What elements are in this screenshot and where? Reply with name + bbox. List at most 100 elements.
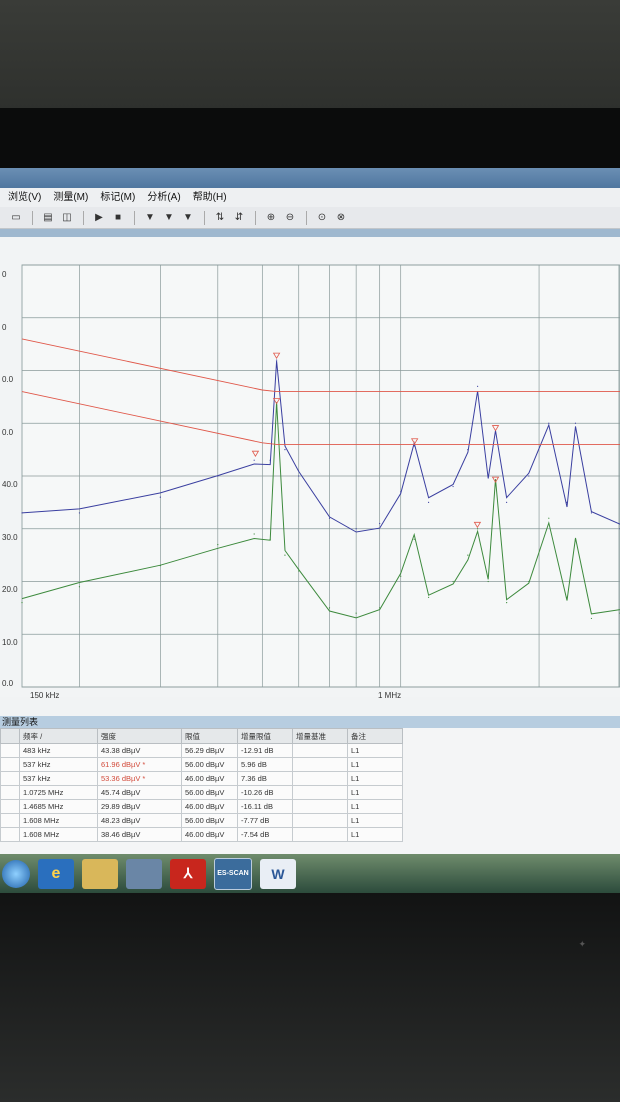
menu-help[interactable]: 帮助(H) xyxy=(193,188,227,207)
start-orb-icon[interactable] xyxy=(2,859,30,888)
table-row[interactable]: 483 kHz 43.38 dBµV 56.29 dBµV -12.91 dB L1 xyxy=(0,743,403,758)
col-delta-ref[interactable]: 增量基准 xyxy=(292,728,348,744)
zoom-fit-icon[interactable]: ⊙ xyxy=(314,210,330,226)
es-scan-icon[interactable]: ES-SCAN xyxy=(214,857,252,890)
data-point xyxy=(275,404,278,407)
ie-icon[interactable]: e xyxy=(38,858,74,889)
cell-comment: L1 xyxy=(347,813,403,828)
menu-marker[interactable]: 标记(M) xyxy=(100,188,135,207)
cell-comment: L1 xyxy=(347,757,403,772)
col-delta-limit[interactable]: 增量限值 xyxy=(237,728,293,744)
window-titlebar xyxy=(0,168,620,188)
folder-icon[interactable] xyxy=(82,858,118,889)
toolbar: ▭ ▤ ◫ ▶ ■ ▼ ▼ ▼ ⇅ ⇵ ⊕ ⊖ ⊙ ⊗ xyxy=(0,207,620,229)
menu-view[interactable]: 浏览(V) xyxy=(8,188,41,207)
save-icon[interactable]: ▭ xyxy=(8,210,24,226)
data-point xyxy=(355,612,357,614)
row-indicator xyxy=(0,771,20,786)
marker-next-icon[interactable]: ▼ xyxy=(161,210,177,226)
toolbar-separator xyxy=(32,210,35,225)
cell-level: 48.23 dBµV xyxy=(97,813,182,828)
zoom-in-icon[interactable]: ⊕ xyxy=(263,210,279,226)
col-frequency[interactable]: 频率 / xyxy=(19,728,98,744)
data-point xyxy=(528,580,530,583)
cell-delta-ref xyxy=(292,743,348,758)
toolbar-separator xyxy=(306,210,309,225)
marker-peak-icon[interactable]: ▼ xyxy=(180,210,196,226)
data-point xyxy=(506,501,508,503)
cell-level: 61.96 dBµV * xyxy=(97,757,182,772)
data-point xyxy=(494,432,497,434)
zoom-out-icon[interactable]: ⊖ xyxy=(282,210,298,226)
data-point xyxy=(253,533,255,535)
y-tick-label: 0.0 xyxy=(2,428,14,437)
data-point xyxy=(328,607,331,609)
data-point xyxy=(452,580,454,583)
data-point xyxy=(269,538,271,540)
data-point xyxy=(477,528,479,530)
cell-level: 29.89 dBµV xyxy=(97,799,182,814)
word-icon[interactable]: W xyxy=(260,858,296,889)
y-tick-label: 0.0 xyxy=(2,375,14,384)
data-point xyxy=(78,512,81,514)
data-point xyxy=(506,602,508,604)
cell-frequency: 1.4685 MHz xyxy=(19,799,98,814)
y-tick-label: 0 xyxy=(2,270,7,279)
cell-delta-limit: 7.36 dB xyxy=(237,771,293,786)
row-indicator-header xyxy=(0,728,20,744)
cell-delta-limit: -12.91 dB xyxy=(237,743,293,758)
cell-delta-ref xyxy=(292,799,348,814)
monitor-brand-logo: ✦ xyxy=(578,939,586,949)
data-point xyxy=(253,459,255,461)
cell-delta-ref xyxy=(292,785,348,800)
measurement-list-title: 测量列表 xyxy=(0,716,620,728)
data-point xyxy=(159,496,161,498)
peak-list-icon[interactable]: ⇵ xyxy=(231,210,247,226)
toolbar-separator xyxy=(204,210,207,225)
data-point xyxy=(528,475,530,477)
col-comment[interactable]: 备注 xyxy=(347,728,403,744)
peak-search-icon[interactable]: ⇅ xyxy=(212,210,228,226)
menu-analysis[interactable]: 分析(A) xyxy=(147,188,180,207)
y-tick-label: 10.0 xyxy=(2,638,18,647)
col-limit[interactable]: 限值 xyxy=(181,728,238,744)
cell-limit: 56.29 dBµV xyxy=(181,743,238,758)
data-point xyxy=(574,422,577,424)
table-row[interactable]: 1.0725 MHz 45.74 dBµV 56.00 dBµV -10.26 dB L… xyxy=(0,785,403,800)
data-point xyxy=(467,554,469,556)
marker-icon[interactable]: ▼ xyxy=(142,210,158,226)
table-row[interactable]: 537 kHz 53.36 dBµV * 46.00 dBµV 7.36 dB L1 xyxy=(0,771,403,786)
cell-delta-ref xyxy=(292,757,348,772)
cell-frequency: 1.608 MHz xyxy=(19,827,98,842)
col-level[interactable]: 强度 xyxy=(97,728,182,744)
stop-icon[interactable]: ■ xyxy=(110,210,126,226)
data-point xyxy=(78,586,81,588)
table-row[interactable]: 537 kHz 61.96 dBµV * 56.00 dBµV 5.96 dB L1 xyxy=(0,757,403,772)
cell-limit: 46.00 dBµV xyxy=(181,771,238,786)
data-point xyxy=(21,512,23,514)
menu-measure[interactable]: 测量(M) xyxy=(53,188,88,207)
data-point xyxy=(413,538,415,540)
network-icon[interactable] xyxy=(126,858,162,889)
table-row[interactable]: 1.4685 MHz 29.89 dBµV 46.00 dBµV -16.11 dB L… xyxy=(0,799,403,814)
x-mid-label: 1 MHz xyxy=(378,691,402,700)
data-point xyxy=(21,602,23,604)
preview-icon[interactable]: ◫ xyxy=(59,210,75,226)
print-icon[interactable]: ▤ xyxy=(40,210,56,226)
acrobat-icon[interactable]: ⅄ xyxy=(170,858,206,889)
y-tick-label: 20.0 xyxy=(2,585,18,594)
plot-grid xyxy=(21,264,620,688)
zoom-reset-icon[interactable]: ⊗ xyxy=(333,210,349,226)
data-point xyxy=(284,554,286,556)
menu-bar: 浏览(V) 测量(M) 标记(M) 分析(A) 帮助(H) xyxy=(0,188,620,207)
table-row[interactable]: 1.608 MHz 48.23 dBµV 56.00 dBµV -7.77 dB L1 xyxy=(0,813,403,828)
table-header-row: 频率 / 强度 限值 增量限值 增量基准 备注 xyxy=(0,728,403,744)
cell-delta-limit: -16.11 dB xyxy=(237,799,293,814)
graph-panel-header xyxy=(0,229,620,237)
play-icon[interactable]: ▶ xyxy=(91,210,107,226)
table-row[interactable]: 1.608 MHz 38.46 dBµV 46.00 dBµV -7.54 dB L1 xyxy=(0,827,403,842)
data-point xyxy=(487,475,489,477)
spectrum-plot xyxy=(21,264,620,688)
cell-delta-ref xyxy=(292,827,348,842)
data-point xyxy=(487,580,489,583)
